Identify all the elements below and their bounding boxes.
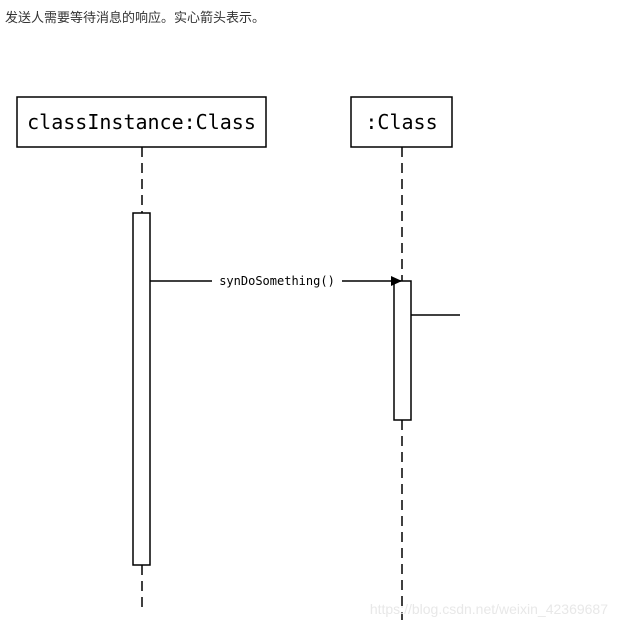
watermark-text: https://blog.csdn.net/weixin_42369687 (369, 601, 608, 617)
lifeline-label-class-instance: classInstance:Class (27, 110, 256, 134)
activation-bar-class-instance (132, 212, 151, 566)
activation-bar-class (393, 280, 412, 421)
sequence-diagram: classInstance:Class :Class synDoSomethin… (16, 96, 460, 620)
lifeline-class: :Class (350, 96, 460, 620)
lifeline-label-class: :Class (365, 110, 437, 134)
sync-message: synDoSomething() (150, 274, 402, 288)
message-label: synDoSomething() (219, 274, 335, 288)
lifeline-class-instance: classInstance:Class (16, 96, 267, 608)
